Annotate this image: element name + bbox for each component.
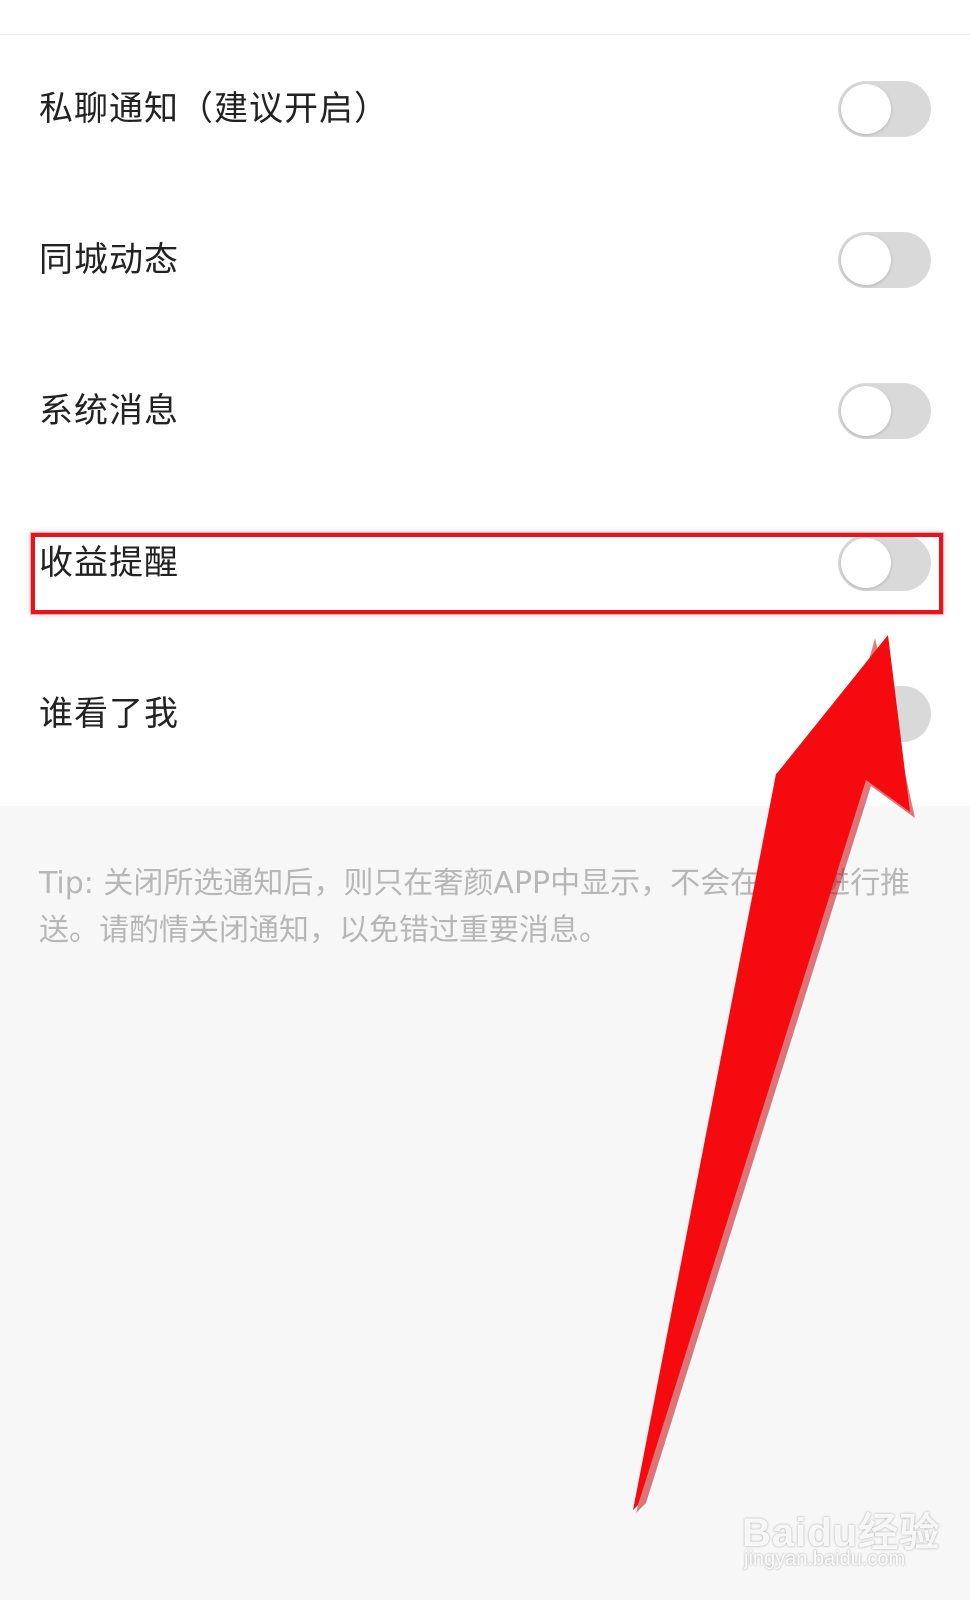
toggle-knob [841,538,891,588]
setting-row-private-chat[interactable]: 私聊通知（建议开启） [0,32,970,186]
setting-row-earnings-reminder[interactable]: 收益提醒 [0,486,970,640]
setting-label: 收益提醒 [39,543,179,583]
setting-row-who-viewed-me[interactable]: 谁看了我 [0,637,970,791]
toggle-knob [841,689,891,739]
who-viewed-me-toggle[interactable] [838,686,931,742]
settings-panel: 私聊通知（建议开启） 同城动态 系统消息 收益提醒 谁看了我 [0,0,970,806]
private-chat-toggle[interactable] [838,81,931,137]
baidu-watermark: Baidu经验 jingyan.baidu.com [742,1490,952,1580]
earnings-reminder-toggle[interactable] [838,535,931,591]
setting-row-system-messages[interactable]: 系统消息 [0,334,970,488]
setting-row-local-feed[interactable]: 同城动态 [0,183,970,337]
system-messages-toggle[interactable] [838,383,931,439]
toggle-knob [841,386,891,436]
toggle-knob [841,84,891,134]
setting-label: 同城动态 [39,240,179,280]
tip-text: Tip: 关闭所选通知后，则只在奢颜APP中显示，不会在外部进行推送。请酌情关闭… [39,866,911,948]
setting-label: 系统消息 [39,391,179,431]
watermark-url: jingyan.baidu.com [744,1548,906,1570]
toggle-knob [841,235,891,285]
setting-label: 谁看了我 [39,694,179,734]
local-feed-toggle[interactable] [838,232,931,288]
watermark-brand: Baidu经验 [742,1511,941,1555]
setting-label: 私聊通知（建议开启） [39,89,389,129]
